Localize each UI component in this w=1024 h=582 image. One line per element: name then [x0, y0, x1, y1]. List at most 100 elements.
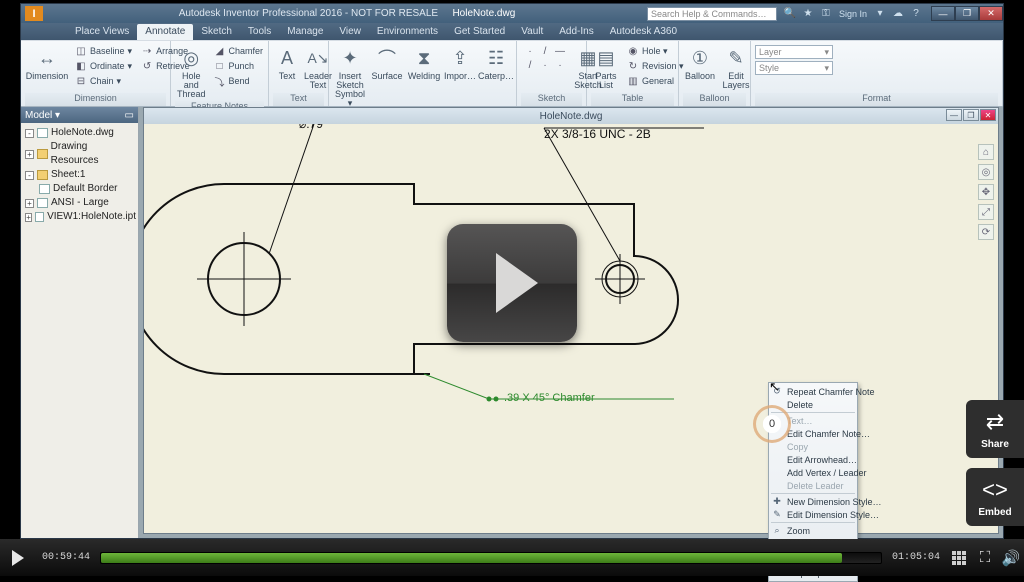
- bend-button[interactable]: ⤵Bend: [211, 74, 267, 88]
- ribbon-group-text: AText A↘LeaderText Text: [269, 41, 329, 106]
- caterpillar-button[interactable]: ☷Caterp…: [479, 43, 513, 83]
- doc-restore[interactable]: ❐: [963, 109, 979, 121]
- signin-link[interactable]: Sign In: [839, 9, 867, 19]
- tree-node[interactable]: Default Border: [23, 182, 136, 196]
- group-label: Format: [755, 93, 998, 106]
- dimension-button[interactable]: ↔Dimension: [25, 43, 69, 83]
- general-table-button[interactable]: ▥General: [624, 74, 687, 88]
- volume-button[interactable]: 🔊: [998, 539, 1024, 576]
- share-icon: ⇄: [986, 409, 1004, 435]
- tree-node[interactable]: +ANSI - Large: [23, 196, 136, 210]
- doc-close[interactable]: ✕: [980, 109, 996, 121]
- nav-tools: ⌂ ◎ ✥ ⤢ ⟳: [978, 144, 996, 240]
- tab-autodesk-a360[interactable]: Autodesk A360: [602, 24, 685, 40]
- group-label: Sketch: [521, 93, 582, 106]
- ribbon-group-feature-notes: ◎Hole andThread ◢Chamfer □Punch ⤵Bend Fe…: [171, 41, 269, 106]
- window-close[interactable]: ✕: [979, 6, 1003, 21]
- nav-wheel-icon[interactable]: ◎: [978, 164, 994, 180]
- progress-bar[interactable]: [100, 552, 882, 564]
- ribbon-group-balloon: ①Balloon ✎EditLayers Balloon: [679, 41, 751, 106]
- surface-button[interactable]: ⌒Surface: [370, 43, 404, 83]
- browser-header[interactable]: Model ▾▭: [21, 107, 138, 123]
- ctx-delete[interactable]: Delete: [769, 398, 857, 411]
- tab-vault[interactable]: Vault: [513, 24, 551, 40]
- ribbon-group-format: Layer▾ Style▾ Format: [751, 41, 1003, 106]
- search-icon[interactable]: 🔍: [783, 7, 797, 21]
- tab-view[interactable]: View: [331, 24, 369, 40]
- browser-tree[interactable]: -HoleNote.dwg+Drawing Resources-Sheet:1D…: [21, 123, 138, 227]
- ribbon-group-symbols: ✦InsertSketch Symbol ▾ ⌒Surface ⧗Welding…: [329, 41, 517, 106]
- tab-sketch[interactable]: Sketch: [193, 24, 240, 40]
- punch-button[interactable]: □Punch: [211, 59, 267, 73]
- player-play-button[interactable]: [0, 539, 36, 576]
- ctx-new-dimension-style-[interactable]: ✚New Dimension Style…: [769, 495, 857, 508]
- star-icon[interactable]: ★: [801, 7, 815, 21]
- tab-get-started[interactable]: Get Started: [446, 24, 513, 40]
- parts-list-button[interactable]: ▤PartsList: [591, 43, 621, 92]
- help-icon[interactable]: ?: [909, 7, 923, 21]
- tab-add-ins[interactable]: Add-Ins: [551, 24, 601, 40]
- ribbon-group-dimension: ↔Dimension ◫Baseline ▾ ◧Ordinate ▾ ⊟Chai…: [21, 41, 171, 106]
- edit-layers-button[interactable]: ✎EditLayers: [720, 43, 752, 92]
- ctx-edit-chamfer-note-[interactable]: Edit Chamfer Note…: [769, 427, 857, 440]
- window-title: Autodesk Inventor Professional 2016 - NO…: [47, 8, 647, 19]
- ctx-edit-dimension-style-[interactable]: ✎Edit Dimension Style…: [769, 508, 857, 521]
- ordinate-button[interactable]: ◧Ordinate ▾: [72, 59, 135, 73]
- group-label: Text: [273, 93, 324, 106]
- welding-button[interactable]: ⧗Welding: [407, 43, 441, 83]
- text-button[interactable]: AText: [273, 43, 301, 83]
- baseline-button[interactable]: ◫Baseline ▾: [72, 44, 135, 58]
- help-search-input[interactable]: Search Help & Commands…: [647, 7, 777, 21]
- nav-orbit-icon[interactable]: ⟳: [978, 224, 994, 240]
- group-label: Balloon: [683, 93, 746, 106]
- layer-select[interactable]: Layer▾: [755, 45, 833, 59]
- tab-place-views[interactable]: Place Views: [67, 24, 137, 40]
- nav-zoom-icon[interactable]: ⤢: [978, 204, 994, 220]
- time-current: 00:59:44: [36, 552, 96, 563]
- balloon-button[interactable]: ①Balloon: [683, 43, 717, 83]
- share-button[interactable]: ⇄Share: [966, 400, 1024, 458]
- tree-node[interactable]: +VIEW1:HoleNote.ipt: [23, 210, 136, 224]
- chamfer-note[interactable]: .39 X 45° Chamfer: [504, 392, 595, 404]
- video-play-button[interactable]: [447, 224, 577, 342]
- ctx-zoom[interactable]: ⌕Zoom: [769, 524, 857, 537]
- group-label: Dimension: [25, 93, 166, 106]
- window-restore[interactable]: ❐: [955, 6, 979, 21]
- cloud-icon[interactable]: ☁: [891, 7, 905, 21]
- sketch-tool[interactable]: ·/—: [521, 44, 569, 58]
- tree-node[interactable]: -Sheet:1: [23, 168, 136, 182]
- pin-icon[interactable]: ▭: [125, 110, 134, 121]
- hole-table-button[interactable]: ◉Hole ▾: [624, 44, 687, 58]
- nav-pan-icon[interactable]: ✥: [978, 184, 994, 200]
- leader-text-button[interactable]: A↘LeaderText: [304, 43, 332, 92]
- chapters-button[interactable]: [946, 539, 972, 576]
- style-select[interactable]: Style▾: [755, 61, 833, 75]
- sketch-symbol-button[interactable]: ✦InsertSketch Symbol ▾: [333, 43, 367, 110]
- tab-annotate[interactable]: Annotate: [137, 24, 193, 40]
- ctx-add-vertex-leader[interactable]: Add Vertex / Leader: [769, 466, 857, 479]
- ctx-repeat-chamfer-note[interactable]: ↺Repeat Chamfer Note: [769, 385, 857, 398]
- ctx-text-: Text…: [769, 414, 857, 427]
- time-total: 01:05:04: [886, 552, 946, 563]
- chamfer-button[interactable]: ◢Chamfer: [211, 44, 267, 58]
- revision-button[interactable]: ↻Revision ▾: [624, 59, 687, 73]
- nav-home-icon[interactable]: ⌂: [978, 144, 994, 160]
- chain-button[interactable]: ⊟Chain ▾: [72, 74, 135, 88]
- tab-tools[interactable]: Tools: [240, 24, 279, 40]
- embed-button[interactable]: <>Embed: [966, 468, 1024, 526]
- doc-minimize[interactable]: —: [946, 109, 962, 121]
- tree-node[interactable]: +Drawing Resources: [23, 140, 136, 168]
- window-minimize[interactable]: —: [931, 6, 955, 21]
- chevron-down-icon[interactable]: ▾: [873, 7, 887, 21]
- hole-thread-button[interactable]: ◎Hole andThread: [175, 43, 208, 101]
- sketch-tool[interactable]: /··: [521, 58, 569, 72]
- fullscreen-button[interactable]: ⛶: [972, 539, 998, 576]
- tree-node[interactable]: -HoleNote.dwg: [23, 126, 136, 140]
- key-icon[interactable]: ⚿: [819, 7, 833, 21]
- app-logo[interactable]: I: [25, 6, 43, 21]
- tab-environments[interactable]: Environments: [369, 24, 446, 40]
- model-browser[interactable]: Model ▾▭ -HoleNote.dwg+Drawing Resources…: [21, 107, 139, 538]
- tab-manage[interactable]: Manage: [279, 24, 331, 40]
- ctx-edit-arrowhead-[interactable]: Edit Arrowhead…: [769, 453, 857, 466]
- import-button[interactable]: ⇪Impor…: [444, 43, 476, 83]
